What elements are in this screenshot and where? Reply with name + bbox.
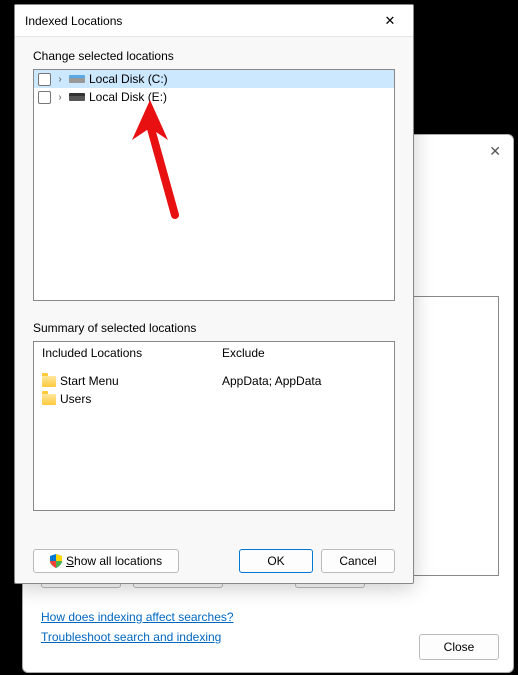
button-row: Show all locations OK Cancel	[33, 537, 395, 573]
link-how-indexing-affects[interactable]: How does indexing affect searches?	[41, 610, 234, 624]
included-item-start-menu[interactable]: Start Menu	[42, 372, 206, 390]
checkbox[interactable]	[38, 73, 51, 86]
change-locations-label: Change selected locations	[33, 49, 395, 63]
tree-item-label: Local Disk (E:)	[89, 90, 167, 104]
cancel-button[interactable]: Cancel	[321, 549, 395, 573]
included-item-label: Start Menu	[60, 374, 119, 388]
folder-icon	[42, 394, 56, 405]
uac-shield-icon	[50, 554, 62, 568]
close-icon[interactable]: ✕	[489, 143, 501, 160]
included-column: Included Locations Start Menu Users	[34, 342, 214, 510]
disk-icon	[69, 91, 85, 103]
included-item-label: Users	[60, 392, 91, 406]
locations-tree[interactable]: › Local Disk (C:) › Local Disk (E:)	[33, 69, 395, 301]
chevron-right-icon[interactable]: ›	[55, 74, 65, 85]
folder-icon	[42, 376, 56, 387]
included-header: Included Locations	[42, 346, 206, 372]
disk-icon	[69, 73, 85, 85]
exclude-text: AppData; AppData	[222, 372, 386, 390]
indexed-locations-dialog: Indexed Locations ✕ Change selected loca…	[14, 4, 414, 584]
dialog-title: Indexed Locations	[25, 14, 375, 28]
link-troubleshoot-search[interactable]: Troubleshoot search and indexing	[41, 630, 234, 644]
checkbox[interactable]	[38, 91, 51, 104]
ok-button[interactable]: OK	[239, 549, 313, 573]
dialog-body: Change selected locations › Local Disk (…	[15, 37, 413, 583]
summary-label: Summary of selected locations	[33, 321, 395, 335]
tree-item-local-disk-e[interactable]: › Local Disk (E:)	[34, 88, 394, 106]
close-icon[interactable]: ✕	[375, 9, 405, 33]
summary-box: Included Locations Start Menu Users Excl…	[33, 341, 395, 511]
show-all-locations-button[interactable]: Show all locations	[33, 549, 179, 573]
tree-item-local-disk-c[interactable]: › Local Disk (C:)	[34, 70, 394, 88]
exclude-column: Exclude AppData; AppData	[214, 342, 394, 510]
titlebar: Indexed Locations ✕	[15, 5, 413, 37]
chevron-right-icon[interactable]: ›	[55, 92, 65, 103]
bg-links-group: How does indexing affect searches? Troub…	[41, 610, 234, 650]
exclude-header: Exclude	[222, 346, 386, 372]
show-all-label: Show all locations	[66, 554, 162, 568]
close-button[interactable]: Close	[419, 634, 499, 660]
tree-item-label: Local Disk (C:)	[89, 72, 168, 86]
included-item-users[interactable]: Users	[42, 390, 206, 408]
